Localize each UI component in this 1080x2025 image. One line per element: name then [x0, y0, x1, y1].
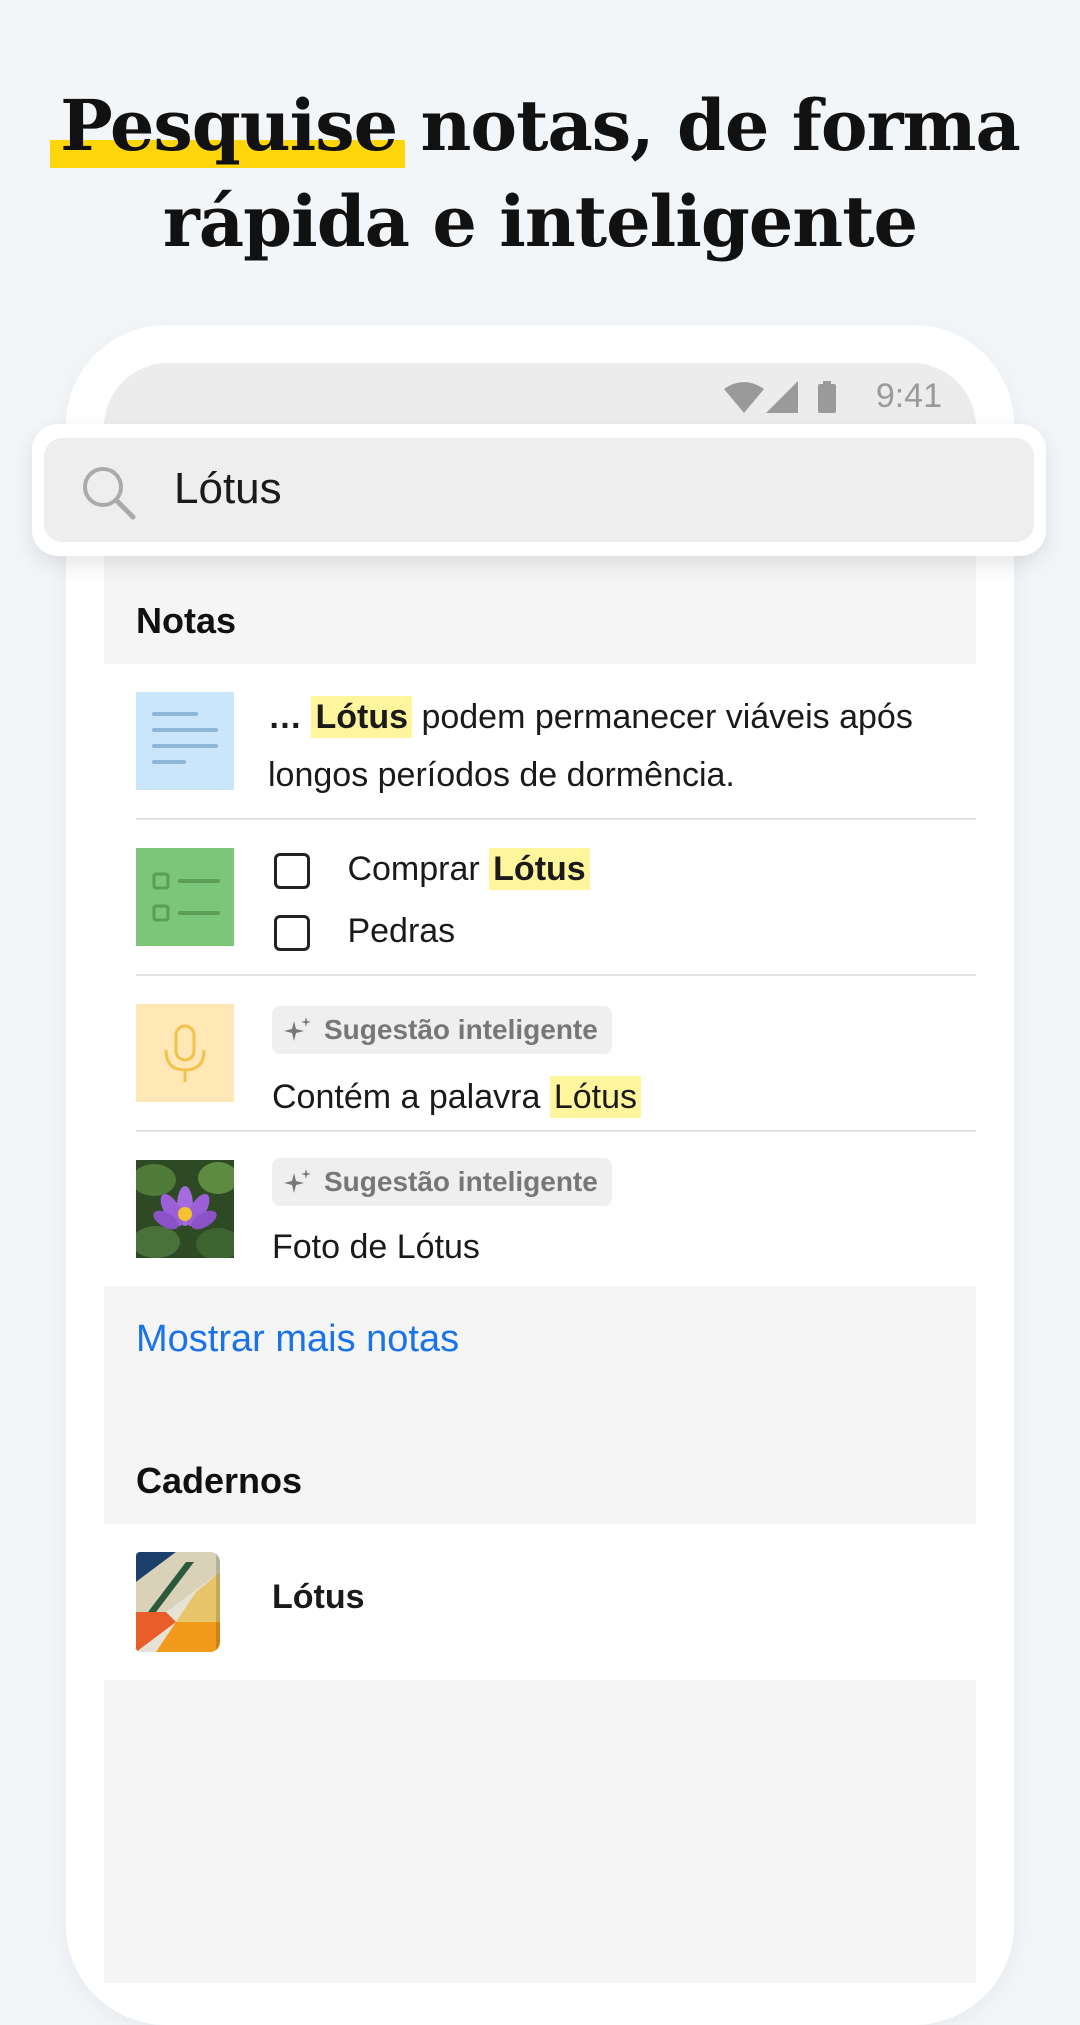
- lotus-flower-icon: [136, 1160, 234, 1258]
- audio-note-thumbnail: [136, 1004, 234, 1102]
- battery-icon: [818, 381, 836, 418]
- note-item-audio[interactable]: Sugestão inteligente Contém a palavra Ló…: [104, 976, 976, 1132]
- snippet-text: podem permanecer viáveis após: [412, 698, 913, 736]
- microphone-icon: [164, 1024, 206, 1082]
- snippet-line-2: longos períodos de dormência.: [268, 756, 735, 794]
- notebook-cover-icon: [136, 1552, 220, 1652]
- headline-line-1: Pesquise notas, de forma: [0, 78, 1080, 174]
- notes-list: … Lótus podem permanecer viáveis após lo…: [104, 664, 976, 1286]
- note-snippet: Contém a palavra Lótus: [272, 1068, 641, 1126]
- notebooks-section-title: Cadernos: [136, 1460, 303, 1501]
- status-bar: 9:41: [104, 363, 976, 433]
- note-snippet: … Lótus podem permanecer viáveis após lo…: [268, 688, 913, 804]
- smart-suggestion-chip: Sugestão inteligente: [272, 1006, 612, 1054]
- checkbox[interactable]: [274, 915, 310, 952]
- checklist-item: Pedras: [274, 900, 590, 962]
- checklist-items: Comprar Lótus Pedras: [274, 838, 590, 962]
- sparkle-icon: [284, 1017, 311, 1041]
- checkbox[interactable]: [274, 853, 310, 890]
- checklist-item: Comprar Lótus: [274, 838, 590, 900]
- show-more-notes-link[interactable]: Mostrar mais notas: [136, 1318, 459, 1361]
- search-card: Lótus: [32, 424, 1046, 556]
- match-highlight: Lótus: [489, 848, 590, 890]
- chip-label: Sugestão inteligente: [324, 1014, 598, 1045]
- snippet-prefix: …: [268, 698, 312, 736]
- checklist-item-text: Comprar: [347, 850, 490, 888]
- match-highlight: Lótus: [311, 696, 412, 738]
- headline: Pesquise notas, de forma rápida e inteli…: [0, 78, 1080, 270]
- checklist-note-thumbnail: [136, 848, 234, 946]
- notes-section-title: Notas: [136, 600, 237, 641]
- search-query[interactable]: Lótus: [174, 464, 282, 514]
- notebook-item[interactable]: Lótus: [104, 1524, 976, 1680]
- headline-line-2: rápida e inteligente: [162, 180, 918, 263]
- checklist-icon: [152, 872, 220, 922]
- search-icon: [80, 464, 136, 525]
- note-item-text[interactable]: … Lótus podem permanecer viáveis após lo…: [104, 664, 976, 820]
- note-snippet: Foto de Lótus: [272, 1228, 480, 1266]
- wifi-icon: [724, 381, 764, 418]
- text-note-thumbnail: [136, 692, 234, 790]
- notebooks-list: Lótus: [104, 1524, 976, 1680]
- sparkle-icon: [284, 1169, 311, 1193]
- snippet-text: Contém a palavra: [272, 1078, 550, 1116]
- headline-line-1-rest: notas, de forma: [397, 84, 1021, 167]
- signal-icon: [766, 381, 798, 418]
- notebook-name: Lótus: [272, 1578, 365, 1616]
- headline-highlight-word: Pesquise: [50, 78, 406, 174]
- smart-suggestion-chip: Sugestão inteligente: [272, 1158, 612, 1206]
- chip-label: Sugestão inteligente: [324, 1166, 598, 1197]
- lotus-photo-thumbnail: [136, 1160, 234, 1258]
- note-item-checklist[interactable]: Comprar Lótus Pedras: [104, 820, 976, 976]
- text-lines-icon: [152, 712, 218, 764]
- note-item-photo[interactable]: Sugestão inteligente Foto de Lótus: [104, 1132, 976, 1286]
- match-highlight: Lótus: [549, 1076, 641, 1118]
- search-input[interactable]: Lótus: [44, 438, 1034, 542]
- checklist-item-text: Pedras: [347, 912, 456, 950]
- status-time: 9:41: [875, 377, 942, 415]
